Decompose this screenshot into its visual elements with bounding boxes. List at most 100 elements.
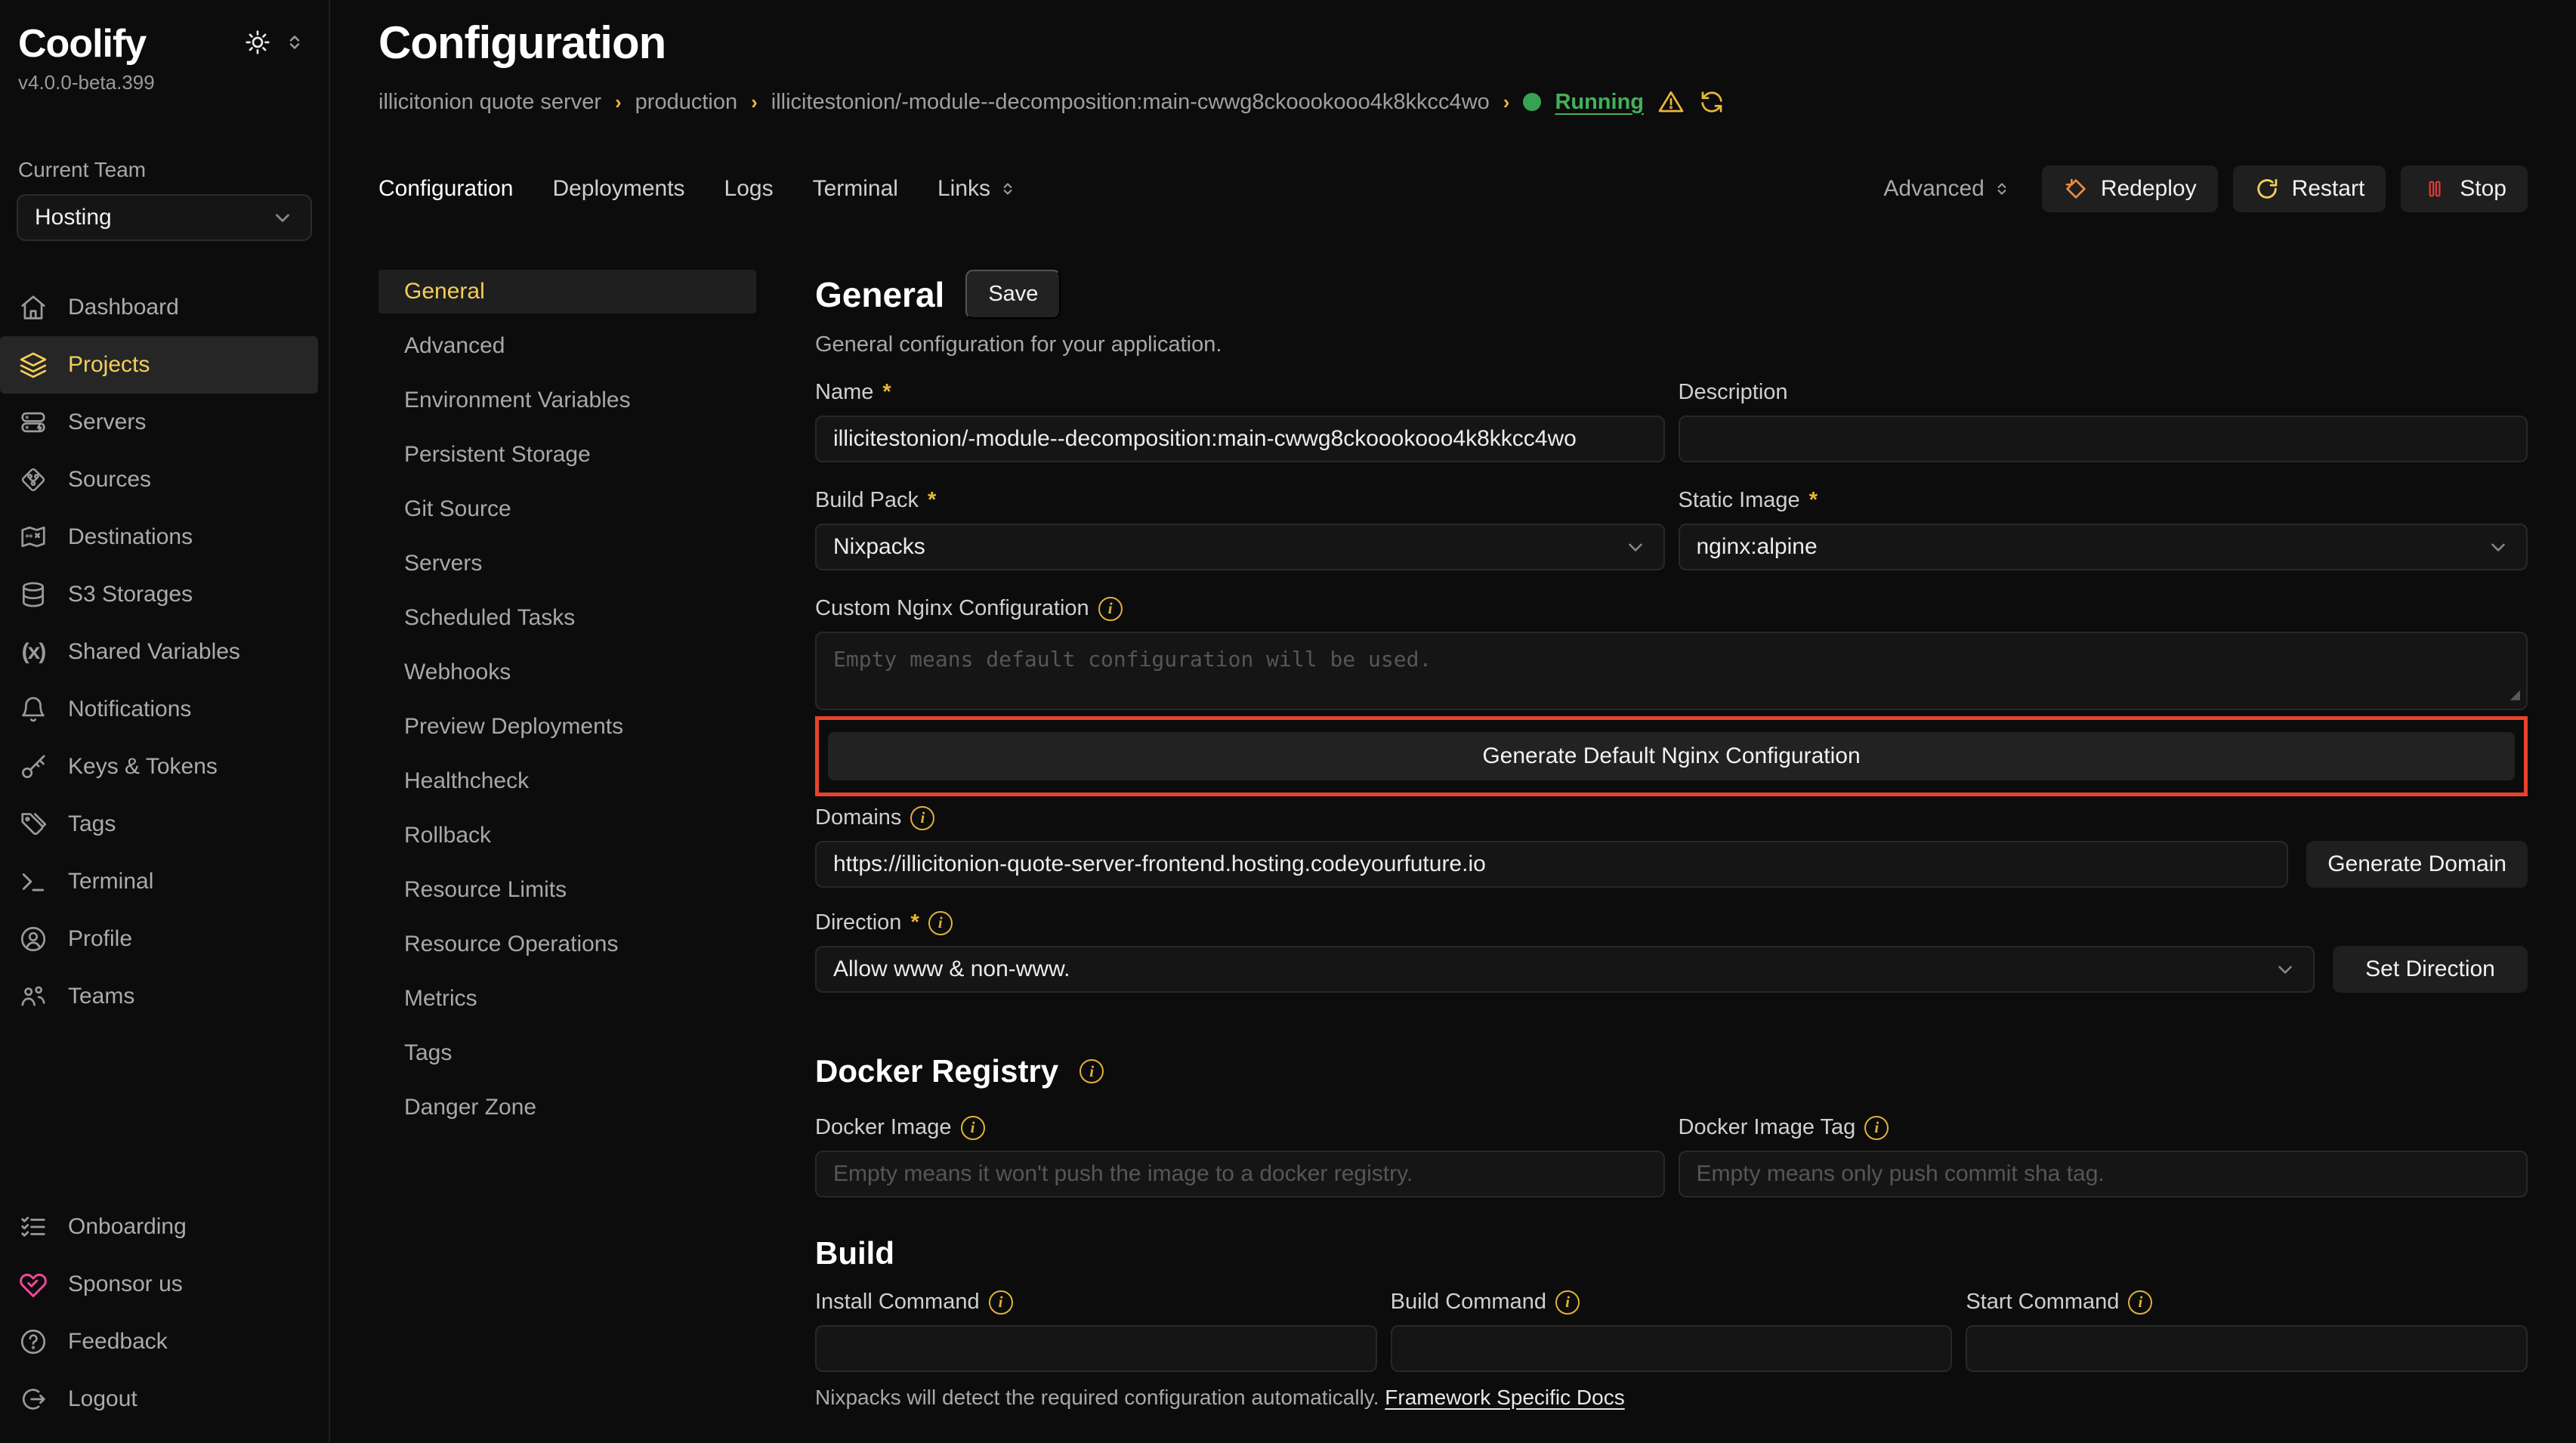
chevron-right-icon: ›: [1503, 91, 1510, 114]
sidebar-item-projects[interactable]: Projects: [0, 336, 318, 394]
subnav-general[interactable]: General: [378, 270, 756, 314]
build-command-input[interactable]: [1391, 1325, 1953, 1372]
breadcrumb-environment[interactable]: production: [635, 90, 737, 115]
refresh-icon[interactable]: [1698, 88, 1725, 116]
docker-image-label: Docker Image: [815, 1115, 952, 1140]
home-icon: [18, 292, 48, 323]
tab-deployments[interactable]: Deployments: [552, 168, 684, 209]
redeploy-button[interactable]: Redeploy: [2042, 165, 2218, 212]
restart-icon: [2254, 176, 2280, 202]
subnav-rollback[interactable]: Rollback: [378, 814, 756, 857]
direction-select[interactable]: Allow www & non-www.: [815, 946, 2315, 993]
stop-button[interactable]: Stop: [2401, 165, 2528, 212]
resize-handle[interactable]: ◢: [2510, 685, 2520, 704]
custom-nginx-textarea[interactable]: Empty means default configuration will b…: [815, 632, 2528, 710]
sidebar-item-sources[interactable]: Sources: [0, 451, 329, 508]
subnav-git-source[interactable]: Git Source: [378, 487, 756, 531]
stop-label: Stop: [2460, 176, 2507, 202]
logout-icon: [18, 1384, 48, 1414]
info-icon[interactable]: i: [910, 806, 934, 830]
breadcrumb-resource[interactable]: illicitestonion/-module--decomposition:m…: [771, 90, 1490, 115]
restart-button[interactable]: Restart: [2233, 165, 2386, 212]
theme-sun-icon[interactable]: [244, 29, 271, 56]
sidebar-item-terminal[interactable]: Terminal: [0, 853, 329, 910]
theme-chevron-updown-icon[interactable]: [283, 31, 306, 54]
sidebar-item-logout[interactable]: Logout: [0, 1370, 329, 1428]
generate-domain-button[interactable]: Generate Domain: [2306, 841, 2528, 888]
subnav-servers[interactable]: Servers: [378, 542, 756, 586]
description-label: Description: [1679, 380, 1788, 405]
static-image-select[interactable]: nginx:alpine: [1679, 524, 2528, 570]
direction-label: Direction: [815, 910, 901, 935]
tab-configuration[interactable]: Configuration: [378, 168, 513, 209]
sidebar-item-keys-tokens[interactable]: Keys & Tokens: [0, 738, 329, 796]
subnav-resource-limits[interactable]: Resource Limits: [378, 868, 756, 912]
sidebar-item-tags[interactable]: Tags: [0, 796, 329, 853]
database-icon: [18, 579, 48, 610]
subnav-webhooks[interactable]: Webhooks: [378, 650, 756, 694]
sidebar-item-feedback[interactable]: Feedback: [0, 1313, 329, 1370]
install-command-label: Install Command: [815, 1290, 980, 1315]
sidebar-item-notifications[interactable]: Notifications: [0, 681, 329, 738]
install-command-input[interactable]: [815, 1325, 1377, 1372]
description-input[interactable]: [1679, 416, 2528, 462]
subnav-tags[interactable]: Tags: [378, 1031, 756, 1075]
sidebar-item-shared-variables[interactable]: (x) Shared Variables: [0, 623, 329, 681]
sidebar-item-s3-storages[interactable]: S3 Storages: [0, 566, 329, 623]
name-input[interactable]: [815, 416, 1665, 462]
server-icon: [18, 407, 48, 437]
info-icon[interactable]: i: [1864, 1116, 1889, 1140]
key-icon: [18, 752, 48, 782]
subnav-persistent-storage[interactable]: Persistent Storage: [378, 433, 756, 477]
start-command-input[interactable]: [1966, 1325, 2528, 1372]
sidebar-item-destinations[interactable]: Destinations: [0, 508, 329, 566]
redeploy-label: Redeploy: [2101, 176, 2197, 202]
tab-logs[interactable]: Logs: [724, 168, 774, 209]
info-icon[interactable]: i: [961, 1116, 985, 1140]
subnav-healthcheck[interactable]: Healthcheck: [378, 759, 756, 803]
users-icon: [18, 981, 48, 1012]
sidebar-item-teams[interactable]: Teams: [0, 968, 329, 1025]
sidebar-item-label: Dashboard: [68, 295, 179, 320]
subnav-preview-deployments[interactable]: Preview Deployments: [378, 705, 756, 749]
generate-nginx-config-button[interactable]: Generate Default Nginx Configuration: [828, 732, 2515, 780]
main-area: Configuration illicitonion quote server …: [330, 0, 2576, 1443]
info-icon[interactable]: i: [2128, 1290, 2152, 1315]
docker-image-input[interactable]: [815, 1151, 1665, 1197]
team-select[interactable]: Hosting: [17, 194, 312, 241]
status-badge[interactable]: Running: [1555, 90, 1644, 115]
stop-pause-icon: [2422, 176, 2448, 202]
domains-input[interactable]: [815, 841, 2288, 888]
subnav-resource-operations[interactable]: Resource Operations: [378, 922, 756, 966]
info-icon[interactable]: i: [1555, 1290, 1580, 1315]
warning-icon[interactable]: [1657, 88, 1685, 116]
info-icon[interactable]: i: [928, 911, 953, 935]
info-icon[interactable]: i: [989, 1290, 1013, 1315]
sidebar-item-sponsor-us[interactable]: Sponsor us: [0, 1256, 329, 1313]
sidebar-item-dashboard[interactable]: Dashboard: [0, 279, 329, 336]
tab-links[interactable]: Links: [937, 168, 1018, 209]
subnav-environment-variables[interactable]: Environment Variables: [378, 379, 756, 422]
sidebar-item-profile[interactable]: Profile: [0, 910, 329, 968]
tab-terminal[interactable]: Terminal: [813, 168, 898, 209]
sidebar-item-onboarding[interactable]: Onboarding: [0, 1198, 329, 1256]
docker-image-tag-input[interactable]: [1679, 1151, 2528, 1197]
breadcrumb-project[interactable]: illicitonion quote server: [378, 90, 601, 115]
info-icon[interactable]: i: [1098, 597, 1123, 621]
subnav-danger-zone[interactable]: Danger Zone: [378, 1086, 756, 1129]
subnav-advanced[interactable]: Advanced: [378, 324, 756, 368]
framework-docs-link[interactable]: Framework Specific Docs: [1385, 1386, 1624, 1409]
static-image-label: Static Image: [1679, 488, 1800, 513]
save-button[interactable]: Save: [965, 270, 1061, 319]
sidebar-item-label: Tags: [68, 811, 116, 837]
coolify-app: Coolify v4.0.0-beta.399 Cur: [0, 0, 2576, 1443]
status-dot: [1523, 93, 1541, 111]
subnav-scheduled-tasks[interactable]: Scheduled Tasks: [378, 596, 756, 640]
subnav-metrics[interactable]: Metrics: [378, 977, 756, 1021]
build-pack-select[interactable]: Nixpacks: [815, 524, 1665, 570]
sidebar-item-servers[interactable]: Servers: [0, 394, 329, 451]
sidebar-item-label: Profile: [68, 926, 132, 952]
info-icon[interactable]: i: [1080, 1059, 1104, 1083]
set-direction-button[interactable]: Set Direction: [2333, 946, 2528, 993]
advanced-dropdown[interactable]: Advanced: [1883, 176, 2011, 202]
